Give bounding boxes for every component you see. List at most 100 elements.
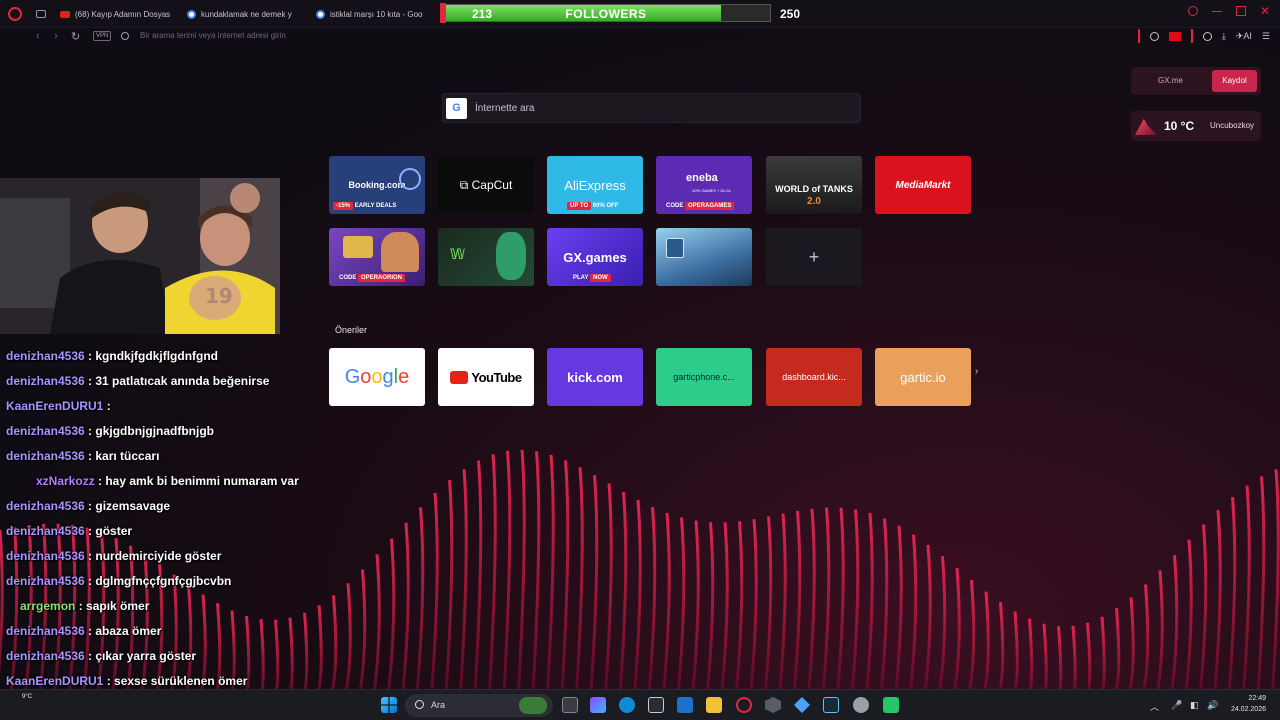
signup-button[interactable]: Kaydol — [1212, 70, 1257, 92]
tab-youtube[interactable]: (68) Kayıp Adamın Dosyas — [60, 4, 172, 24]
speed-dial-eneba[interactable]: eneba -10% GAMES + DLCs CODE OPERAGAMES — [656, 156, 752, 214]
edge-icon[interactable] — [619, 697, 635, 713]
dial-title: gartic.io — [900, 369, 946, 385]
clock[interactable]: 22:49 24.02.2026 — [1231, 693, 1266, 715]
suggestion-dashboard-kick[interactable]: dashboard.kic... — [766, 348, 862, 406]
chat-message: denizhan4536 : gkjgdbnjgjnadfbnjgb — [6, 424, 214, 438]
taskbar-search[interactable]: Ara — [405, 694, 553, 717]
maximize-button[interactable] — [1236, 6, 1246, 16]
suggestion-garticphone[interactable]: garticphone.c... — [656, 348, 752, 406]
chat-username[interactable]: denizhan4536 — [6, 574, 85, 588]
tab-google-1[interactable]: kundaklamak ne demek y — [187, 4, 299, 24]
speed-dial-aliexpress[interactable]: AliExpress UP TO 60% OFF — [547, 156, 643, 214]
ai-button[interactable]: ✈AI — [1236, 31, 1252, 42]
wave-line — [661, 512, 671, 700]
app-diamond-icon[interactable] — [794, 697, 810, 713]
back-arrow-icon[interactable]: ‹ — [36, 30, 40, 42]
speed-dial-world-of-tanks[interactable]: WORLD of TANKS 2.0 — [766, 156, 862, 214]
wave-line — [951, 567, 961, 700]
close-button[interactable]: ✕ — [1260, 5, 1270, 17]
next-arrow-icon[interactable]: › — [975, 366, 978, 377]
address-input[interactable]: Bir arama terimi veya internet adresi gi… — [140, 31, 286, 40]
taskbar-search-label: Ara — [431, 700, 446, 710]
chat-username[interactable]: denizhan4536 — [6, 524, 85, 538]
opera-logo-icon[interactable] — [8, 7, 22, 21]
chat-username[interactable]: denizhan4536 — [6, 449, 85, 463]
turkey-flag-icon[interactable] — [1168, 31, 1181, 41]
microphone-icon[interactable]: 🎤 — [1171, 700, 1182, 711]
wave-line — [560, 460, 570, 700]
suggestion-youtube[interactable]: YouTube — [438, 348, 534, 406]
wave-line — [1009, 611, 1019, 700]
wave-line — [299, 612, 309, 700]
tab-google-2[interactable]: istiklal marşı 10 kıta - Goo — [316, 4, 432, 24]
dial-title: kick.com — [567, 369, 623, 385]
speed-dial-world-of-warships[interactable] — [656, 228, 752, 286]
vpn-badge[interactable]: VPN — [93, 31, 112, 41]
chat-username[interactable]: arrgemon — [20, 599, 75, 613]
chat-username[interactable]: denizhan4536 — [6, 649, 85, 663]
steam-icon[interactable] — [823, 697, 839, 713]
gxme-label[interactable]: GX.me — [1158, 76, 1183, 85]
chat-username[interactable]: denizhan4536 — [6, 549, 85, 563]
wave-line — [1154, 570, 1164, 700]
file-explorer-icon[interactable] — [706, 697, 722, 713]
speed-dial-hero-wars[interactable]: CODE OPERAORION — [329, 228, 425, 286]
chat-username[interactable]: KaanErenDURU1 — [6, 399, 103, 413]
speed-dial-capcut[interactable]: ⧉ CapCut — [438, 156, 534, 214]
wave-line — [1198, 524, 1208, 700]
wave-line — [1241, 485, 1251, 700]
suggestion-kick[interactable]: kick.com — [547, 348, 643, 406]
task-view-icon[interactable] — [562, 697, 578, 713]
tab-menu-icon[interactable] — [36, 10, 46, 18]
web-search-box[interactable]: G İnternette ara — [442, 93, 861, 123]
menu-icon[interactable]: ☰ — [1262, 31, 1270, 42]
dial-title: Google — [344, 365, 410, 388]
app-icon[interactable] — [765, 697, 781, 713]
weather-widget[interactable]: 10 °C Uncubozkoy — [1131, 111, 1261, 141]
dial-title: AliExpress — [564, 177, 626, 193]
chat-username[interactable]: denizhan4536 — [6, 499, 85, 513]
wave-line — [676, 517, 686, 700]
speed-dial-game[interactable]: 𝕎 — [438, 228, 534, 286]
speed-dial-mediamarkt[interactable]: MediaMarkt — [875, 156, 971, 214]
chat-username[interactable]: xzNarkozz — [36, 474, 95, 488]
dial-subtitle: -15% EARLY DEALS — [333, 202, 396, 210]
suggestion-google[interactable]: Google — [329, 348, 425, 406]
minimize-button[interactable] — [1212, 6, 1222, 12]
settings-gear-icon[interactable] — [853, 697, 869, 713]
chevron-up-icon[interactable]: ︿ — [1150, 700, 1159, 713]
speed-dial-gx-games[interactable]: GX.games PLAY NOW — [547, 228, 643, 286]
store-icon[interactable] — [648, 697, 664, 713]
network-icon[interactable]: ◧ — [1190, 700, 1199, 711]
forward-arrow-icon[interactable]: › — [54, 30, 58, 42]
speed-dial-booking[interactable]: Booking.com -15% EARLY DEALS — [329, 156, 425, 214]
chat-username[interactable]: KaanErenDURU1 — [6, 674, 103, 688]
chat-username[interactable]: denizhan4536 — [6, 349, 85, 363]
app-green-icon[interactable] — [883, 697, 899, 713]
chat-username[interactable]: denizhan4536 — [6, 424, 85, 438]
search-tabs-icon[interactable] — [1188, 6, 1198, 16]
taskbar-weather[interactable]: 9°C — [22, 694, 32, 700]
start-button[interactable] — [381, 697, 397, 713]
suggestion-gartic-io[interactable]: gartic.io — [875, 348, 971, 406]
search-icon — [121, 32, 129, 40]
share-icon[interactable] — [1202, 31, 1212, 41]
opera-gx-icon[interactable] — [736, 697, 752, 713]
reload-icon[interactable]: ↻ — [71, 30, 80, 43]
chat-message: KaanErenDURU1 : sexse sürüklenen ömer — [6, 674, 247, 688]
wave-line — [908, 534, 918, 700]
extensions-icon[interactable] — [1149, 31, 1159, 41]
chat-username[interactable]: denizhan4536 — [6, 624, 85, 638]
chat-message: denizhan4536 : çıkar yarra göster — [6, 649, 196, 663]
dial-small-text: -10% GAMES + DLCs — [691, 188, 731, 193]
wave-line — [763, 516, 773, 700]
download-icon[interactable]: ⤓ — [1222, 31, 1226, 42]
add-speed-dial-button[interactable]: + — [766, 228, 862, 286]
volume-icon[interactable]: 🔊 — [1207, 700, 1218, 711]
chat-username[interactable]: denizhan4536 — [6, 374, 85, 388]
mail-icon[interactable] — [677, 697, 693, 713]
m365-icon[interactable] — [590, 697, 606, 713]
wave-line — [328, 595, 338, 700]
webcam-overlay: 19 — [0, 178, 280, 334]
